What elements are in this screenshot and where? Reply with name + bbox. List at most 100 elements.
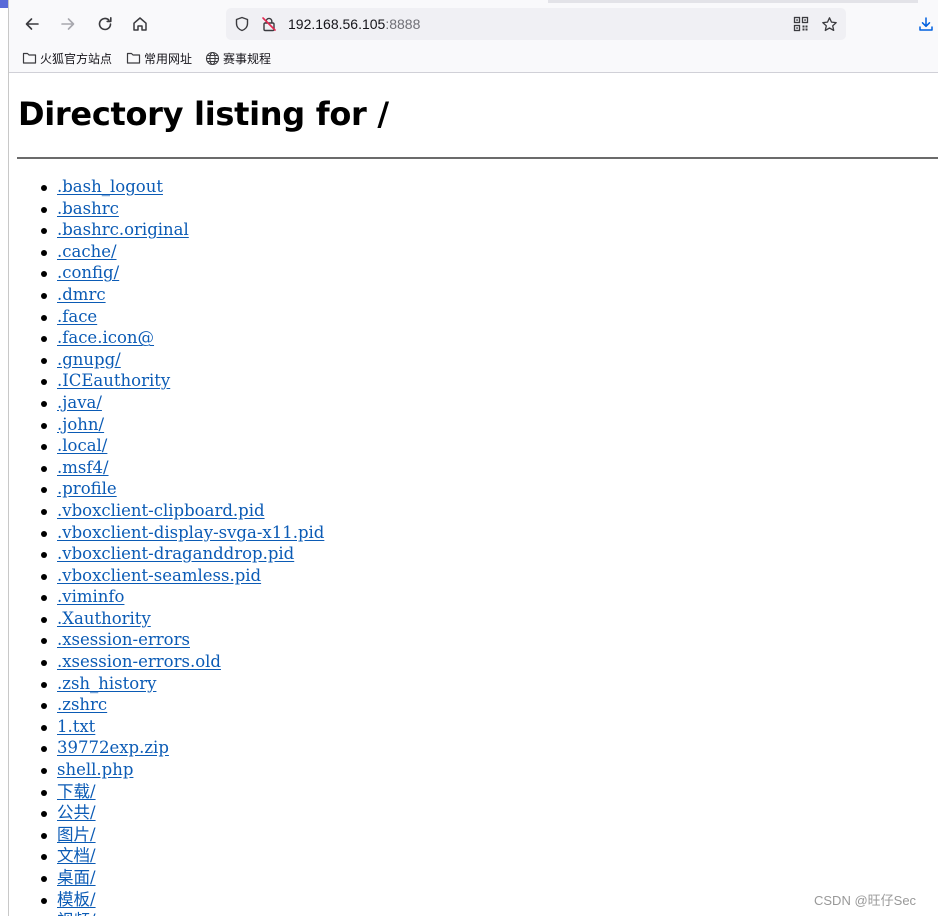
file-link[interactable]: .java/ <box>57 393 102 412</box>
bookmark-folder-firefox[interactable]: 火狐官方站点 <box>22 49 112 67</box>
list-item: .vboxclient-draganddrop.pid <box>9 543 324 565</box>
file-link[interactable]: .profile <box>57 479 117 498</box>
page-title: Directory listing for / <box>18 95 389 133</box>
file-link[interactable]: .config/ <box>57 263 119 282</box>
list-item: 视频/ <box>9 910 324 916</box>
folder-icon <box>22 52 37 64</box>
back-icon <box>25 18 39 30</box>
file-link[interactable]: 视频/ <box>57 911 96 916</box>
file-link[interactable]: .john/ <box>57 415 104 434</box>
list-item: .bashrc <box>9 198 324 220</box>
bookmark-star-button[interactable] <box>820 15 838 33</box>
star-icon <box>821 16 837 31</box>
list-item: .zsh_history <box>9 673 324 695</box>
list-item: .gnupg/ <box>9 349 324 371</box>
file-link[interactable]: .face <box>57 307 97 326</box>
file-link[interactable]: 桌面/ <box>57 868 96 887</box>
url-bar[interactable]: 192.168.56.105:8888 <box>226 8 846 40</box>
reload-icon <box>98 17 112 31</box>
folder-icon <box>126 52 141 64</box>
list-item: .face <box>9 306 324 328</box>
list-item: .Xauthority <box>9 608 324 630</box>
file-link[interactable]: .gnupg/ <box>57 350 121 369</box>
url-port: :8888 <box>385 16 421 32</box>
file-link[interactable]: .vboxclient-seamless.pid <box>57 566 261 585</box>
browser-chrome: 192.168.56.105:8888 火狐官方站点 常用网址 赛事规程 <box>8 0 938 73</box>
forward-button[interactable] <box>54 10 82 38</box>
reload-button[interactable] <box>91 10 119 38</box>
file-link[interactable]: .local/ <box>57 436 107 455</box>
list-item: .java/ <box>9 392 324 414</box>
file-link[interactable]: .bash_logout <box>57 177 163 196</box>
downloads-button[interactable] <box>914 12 938 36</box>
qr-code-button[interactable] <box>792 15 810 33</box>
file-link[interactable]: 39772exp.zip <box>57 738 169 757</box>
list-item: .face.icon@ <box>9 327 324 349</box>
file-link[interactable]: .msf4/ <box>57 458 109 477</box>
home-button[interactable] <box>126 10 154 38</box>
file-link[interactable]: .ICEauthority <box>57 371 170 390</box>
qr-code-icon <box>793 16 809 32</box>
bookmark-label: 赛事规程 <box>223 51 272 66</box>
file-link[interactable]: 下载/ <box>57 782 96 801</box>
globe-icon <box>205 51 220 65</box>
file-link[interactable]: .vboxclient-clipboard.pid <box>57 501 265 520</box>
list-item: 1.txt <box>9 716 324 738</box>
list-item: .zshrc <box>9 694 324 716</box>
url-host: 192.168.56.105 <box>288 16 386 32</box>
list-item: .bash_logout <box>9 176 324 198</box>
tab-strip-fragment <box>548 0 918 3</box>
insecure-lock-icon <box>262 17 276 32</box>
list-item: .bashrc.original <box>9 219 324 241</box>
file-link[interactable]: .zshrc <box>57 695 107 714</box>
window-left-edge <box>0 0 9 916</box>
file-link[interactable]: .xsession-errors <box>57 630 190 649</box>
file-link[interactable]: 模板/ <box>57 890 96 909</box>
list-item: .ICEauthority <box>9 370 324 392</box>
bookmark-folder-common[interactable]: 常用网址 <box>126 49 192 67</box>
file-link[interactable]: .bashrc <box>57 199 119 218</box>
list-item: .profile <box>9 478 324 500</box>
tracking-protection-button[interactable] <box>233 15 251 33</box>
navigation-toolbar: 192.168.56.105:8888 <box>8 6 938 42</box>
watermark: CSDN @旺仔Sec <box>814 893 917 908</box>
browser-window: 192.168.56.105:8888 火狐官方站点 常用网址 赛事规程 Dir… <box>0 0 938 916</box>
forward-icon <box>61 18 75 30</box>
list-item: .john/ <box>9 414 324 436</box>
file-link[interactable]: .zsh_history <box>57 674 156 693</box>
file-link[interactable]: 图片/ <box>57 825 96 844</box>
file-link[interactable]: .Xauthority <box>57 609 151 628</box>
file-link[interactable]: .xsession-errors.old <box>57 652 221 671</box>
list-item: .vboxclient-display-svga-x11.pid <box>9 522 324 544</box>
list-item: 39772exp.zip <box>9 737 324 759</box>
file-link[interactable]: shell.php <box>57 760 133 779</box>
file-link[interactable]: .vboxclient-display-svga-x11.pid <box>57 523 324 542</box>
list-item: .vboxclient-seamless.pid <box>9 565 324 587</box>
bookmarks-toolbar: 火狐官方站点 常用网址 赛事规程 <box>8 46 938 70</box>
file-link[interactable]: .cache/ <box>57 242 117 261</box>
download-icon <box>919 17 933 31</box>
file-link[interactable]: .vboxclient-draganddrop.pid <box>57 544 294 563</box>
site-security-button[interactable] <box>260 15 278 33</box>
list-item: 模板/ <box>9 889 324 911</box>
list-item: .local/ <box>9 435 324 457</box>
list-item: 公共/ <box>9 802 324 824</box>
file-link[interactable]: .viminfo <box>57 587 124 606</box>
horizontal-rule <box>17 157 938 159</box>
file-link[interactable]: .bashrc.original <box>57 220 189 239</box>
list-item: 文档/ <box>9 845 324 867</box>
file-link[interactable]: 1.txt <box>57 717 95 736</box>
back-button[interactable] <box>18 10 46 38</box>
list-item: .dmrc <box>9 284 324 306</box>
bookmark-label: 火狐官方站点 <box>40 51 113 66</box>
file-link[interactable]: 公共/ <box>57 803 96 822</box>
list-item: .config/ <box>9 262 324 284</box>
file-link[interactable]: 文档/ <box>57 846 96 865</box>
directory-listing: .bash_logout .bashrc .bashrc.original .cach… <box>9 176 324 916</box>
bookmark-rules[interactable]: 赛事规程 <box>205 49 271 67</box>
bookmark-label: 常用网址 <box>144 51 193 66</box>
file-link[interactable]: .face.icon@ <box>57 328 154 347</box>
file-link[interactable]: .dmrc <box>57 285 106 304</box>
list-item: .msf4/ <box>9 457 324 479</box>
url-text[interactable]: 192.168.56.105:8888 <box>288 16 420 32</box>
